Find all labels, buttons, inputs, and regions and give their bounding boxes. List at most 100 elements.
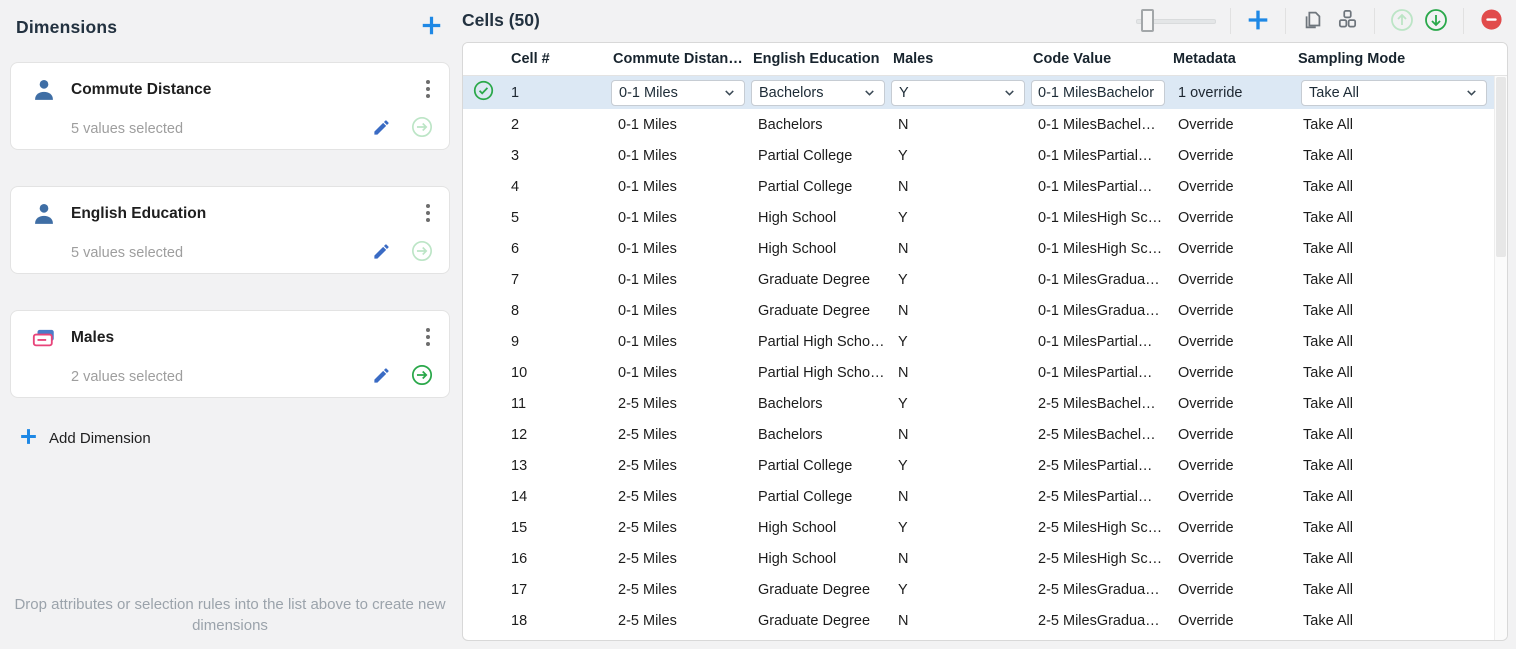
code-value-cell: 0-1 MilesPartial… (1023, 148, 1163, 164)
english-education-cell: High School (743, 551, 883, 567)
cell-number: 18 (503, 613, 603, 629)
move-up-button[interactable] (1385, 4, 1419, 38)
english-education-cell: Bachelors (743, 427, 883, 443)
code-value-cell: 2-5 MilesGradua… (1023, 582, 1163, 598)
table-row[interactable]: 142-5 MilesPartial CollegeN2-5 MilesPart… (463, 481, 1494, 512)
dimension-name: Commute Distance (71, 81, 211, 99)
english-education-cell: High School (743, 210, 883, 226)
metadata-cell: Override (1163, 179, 1288, 195)
sampling-mode-cell: Take All (1288, 179, 1494, 195)
metadata-cell: Override (1163, 365, 1288, 381)
males-cell: N (883, 427, 1023, 443)
kebab-menu-icon[interactable] (419, 75, 437, 103)
chevron-down-icon (722, 85, 737, 100)
table-header-row: Cell # Commute Distan… English Education… (463, 43, 1507, 76)
copy-cell-button[interactable] (1296, 4, 1330, 38)
chevron-down-icon (1002, 85, 1017, 100)
table-row[interactable]: 100-1 MilesPartial High Scho…N0-1 MilesP… (463, 357, 1494, 388)
english-education-cell: Partial High Scho… (743, 365, 883, 381)
table-row[interactable]: 122-5 MilesBachelorsN2-5 MilesBachel…Ove… (463, 419, 1494, 450)
commute-distance-cell: 2-5 Miles (603, 582, 743, 598)
males-select[interactable]: Y (891, 80, 1025, 106)
table-row[interactable]: 30-1 MilesPartial CollegeY0-1 MilesParti… (463, 140, 1494, 171)
edit-dimension-button[interactable] (372, 366, 391, 388)
code-value-cell: 0-1 MilesGradua… (1023, 303, 1163, 319)
dimensions-title: Dimensions (16, 17, 117, 38)
table-row[interactable]: 152-5 MilesHigh SchoolY2-5 MilesHigh Sc…… (463, 512, 1494, 543)
cell-number: 16 (503, 551, 603, 567)
table-row[interactable]: 40-1 MilesPartial CollegeN0-1 MilesParti… (463, 171, 1494, 202)
kebab-menu-icon[interactable] (419, 199, 437, 227)
males-cell: N (883, 241, 1023, 257)
toolbar-divider (1374, 8, 1375, 34)
sampling-mode-cell: Take All (1288, 210, 1494, 226)
table-row[interactable]: 90-1 MilesPartial High Scho…Y0-1 MilesPa… (463, 326, 1494, 357)
table-row[interactable]: 182-5 MilesGraduate DegreeN2-5 MilesGrad… (463, 605, 1494, 636)
table-row[interactable]: 112-5 MilesBachelorsY2-5 MilesBachel…Ove… (463, 388, 1494, 419)
code-value-cell: 2-5 MilesGradua… (1023, 613, 1163, 629)
dimensions-panel: Dimensions Commute Distance 5 values sel… (0, 0, 460, 649)
dimension-card-males[interactable]: Males 2 values selected (10, 310, 450, 398)
select-value: Bachelors (759, 85, 823, 101)
combine-cells-button[interactable] (1330, 4, 1364, 38)
table-row-selected[interactable]: 1 0-1 Miles Bachelors Y (463, 76, 1494, 109)
vertical-scrollbar[interactable] (1494, 76, 1507, 640)
kebab-menu-icon[interactable] (419, 323, 437, 351)
males-cell: N (883, 551, 1023, 567)
metadata-cell: Override (1163, 551, 1288, 567)
add-dimension-plus-button[interactable] (419, 13, 444, 41)
apply-dimension-button[interactable] (411, 364, 433, 389)
table-row[interactable]: 50-1 MilesHigh SchoolY0-1 MilesHigh Sc…O… (463, 202, 1494, 233)
cells-title: Cells (50) (462, 10, 540, 31)
table-row[interactable]: 162-5 MilesHigh SchoolN2-5 MilesHigh Sc…… (463, 543, 1494, 574)
add-cell-button[interactable] (1241, 4, 1275, 38)
edit-dimension-button[interactable] (372, 118, 391, 140)
metadata-cell: Override (1163, 613, 1288, 629)
table-row[interactable]: 70-1 MilesGraduate DegreeY0-1 MilesGradu… (463, 264, 1494, 295)
dimension-card-commute-distance[interactable]: Commute Distance 5 values selected (10, 62, 450, 150)
scrollbar-thumb[interactable] (1496, 77, 1506, 257)
table-row[interactable]: 20-1 MilesBachelorsN0-1 MilesBachel…Over… (463, 109, 1494, 140)
apply-dimension-button[interactable] (411, 240, 433, 265)
move-down-button[interactable] (1419, 4, 1453, 38)
code-value-input[interactable] (1031, 80, 1165, 106)
table-row[interactable]: 172-5 MilesGraduate DegreeY2-5 MilesGrad… (463, 574, 1494, 605)
table-row[interactable]: 80-1 MilesGraduate DegreeN0-1 MilesGradu… (463, 295, 1494, 326)
code-value-cell: 2-5 MilesHigh Sc… (1023, 520, 1163, 536)
males-cell: N (883, 179, 1023, 195)
commute-distance-select[interactable]: 0-1 Miles (611, 80, 745, 106)
cell-number: 11 (503, 396, 603, 412)
males-cell: Y (883, 520, 1023, 536)
cubes-icon (1336, 8, 1359, 34)
commute-distance-cell: 0-1 Miles (603, 148, 743, 164)
metadata-cell: Override (1163, 272, 1288, 288)
commute-distance-cell: 0-1 Miles (603, 365, 743, 381)
males-cell: Y (883, 334, 1023, 350)
sampling-mode-cell: Take All (1288, 303, 1494, 319)
cell-number: 4 (503, 179, 603, 195)
sampling-mode-select[interactable]: Take All (1301, 80, 1487, 106)
edit-dimension-button[interactable] (372, 242, 391, 264)
add-dimension-button[interactable]: Add Dimension (18, 426, 151, 450)
metadata-cell: Override (1163, 427, 1288, 443)
table-row[interactable]: 132-5 MilesPartial CollegeY2-5 MilesPart… (463, 450, 1494, 481)
english-education-select[interactable]: Bachelors (751, 80, 885, 106)
english-education-cell: Partial College (743, 489, 883, 505)
apply-dimension-button[interactable] (411, 116, 433, 141)
toolbar-divider (1463, 8, 1464, 34)
males-cell: Y (883, 272, 1023, 288)
code-value-cell: 2-5 MilesPartial… (1023, 489, 1163, 505)
column-header-commute-distance: Commute Distan… (603, 51, 743, 67)
males-cell: Y (883, 148, 1023, 164)
table-row[interactable]: 60-1 MilesHigh SchoolN0-1 MilesHigh Sc…O… (463, 233, 1494, 264)
code-value-cell: 2-5 MilesPartial… (1023, 458, 1163, 474)
remove-cell-button[interactable] (1474, 4, 1508, 38)
dimension-card-english-education[interactable]: English Education 5 values selected (10, 186, 450, 274)
zoom-slider[interactable] (1136, 8, 1216, 34)
metadata-cell: Override (1163, 458, 1288, 474)
plus-icon (1245, 7, 1271, 36)
english-education-cell: Graduate Degree (743, 272, 883, 288)
slider-handle[interactable] (1141, 9, 1154, 32)
arrow-up-circle-icon (1390, 8, 1414, 35)
commute-distance-cell: 0-1 Miles (603, 334, 743, 350)
